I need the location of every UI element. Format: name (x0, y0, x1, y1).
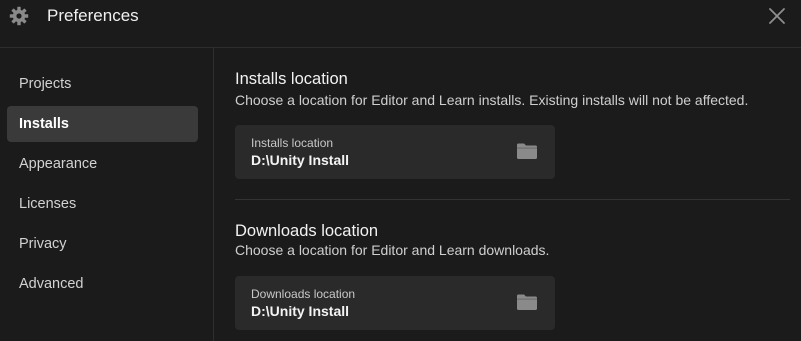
sidebar-item-privacy[interactable]: Privacy (7, 226, 198, 262)
downloads-location-value: D:\Unity Install (251, 303, 350, 319)
preferences-window: Preferences Projects Installs Appearance… (0, 0, 801, 341)
installs-location-label: Installs location (251, 136, 334, 150)
gear-icon (9, 6, 29, 26)
installs-section-title: Installs location (235, 70, 348, 88)
folder-icon[interactable] (516, 293, 538, 311)
installs-location-value: D:\Unity Install (251, 152, 350, 168)
preferences-content: Installs location Choose a location for … (215, 48, 801, 341)
window-title: Preferences (47, 6, 139, 25)
sidebar-item-label: Advanced (19, 276, 84, 292)
close-icon[interactable] (767, 6, 787, 26)
sidebar-item-label: Appearance (19, 156, 98, 172)
sidebar-item-advanced[interactable]: Advanced (7, 266, 198, 302)
folder-icon[interactable] (516, 142, 538, 160)
downloads-section-title: Downloads location (235, 222, 379, 240)
sidebar-item-label: Installs (19, 116, 69, 132)
sidebar-item-appearance[interactable]: Appearance (7, 146, 198, 182)
sidebar-item-licenses[interactable]: Licenses (7, 186, 198, 222)
installs-section-description: Choose a location for Editor and Learn i… (235, 92, 749, 108)
title-bar: Preferences (0, 0, 801, 48)
sidebar-item-projects[interactable]: Projects (7, 66, 198, 102)
preferences-sidebar: Projects Installs Appearance Licenses Pr… (0, 48, 214, 341)
downloads-location-field[interactable]: Downloads location D:\Unity Install (235, 276, 555, 330)
sidebar-item-label: Privacy (19, 236, 67, 252)
sidebar-item-label: Licenses (19, 196, 77, 212)
downloads-section-description: Choose a location for Editor and Learn d… (235, 242, 550, 258)
installs-location-field[interactable]: Installs location D:\Unity Install (235, 125, 555, 179)
downloads-location-label: Downloads location (251, 287, 356, 301)
sidebar-item-installs[interactable]: Installs (7, 106, 198, 142)
sidebar-item-label: Projects (19, 76, 72, 92)
section-divider (235, 199, 790, 200)
